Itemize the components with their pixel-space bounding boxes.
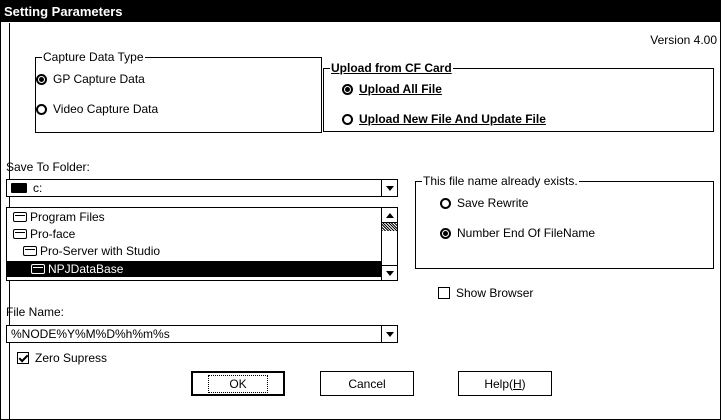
drive-combo[interactable]: c: [6,179,398,197]
radio-upload-all[interactable]: Upload All File [342,82,442,96]
list-item[interactable]: Pro-Server with Studio [23,243,160,259]
dialog-client: Version 4.00 Capture Data Type GP Captur… [6,23,721,419]
upload-group: Upload from CF Card Upload All File Uplo… [323,61,714,132]
list-item[interactable]: Pro-face [13,226,75,242]
file-name-combo[interactable]: %NODE%Y%M%D%h%m%s [6,325,398,343]
radio-save-rewrite[interactable]: Save Rewrite [440,196,528,210]
radio-save-rewrite-circle[interactable] [440,197,451,209]
folder-icon [13,229,27,239]
file-exists-group: This file name already exists. Save Rewr… [415,174,714,269]
file-name-label: File Name: [6,305,65,319]
scroll-down-button[interactable] [382,265,397,280]
radio-video-capture-circle[interactable] [36,103,47,115]
list-item-selected[interactable]: NPJDataBase [7,261,382,277]
folder-name: NPJDataBase [48,262,124,276]
zero-supress-box[interactable] [17,352,29,364]
cancel-label: Cancel [348,376,386,391]
radio-upload-new-label: Upload New File And Update File [359,112,546,126]
chevron-down-icon [385,331,394,337]
file-name-value[interactable]: %NODE%Y%M%D%h%m%s [11,327,170,341]
drive-dropdown-button[interactable] [381,180,397,196]
capture-type-title: Capture Data Type [42,50,145,64]
radio-number-end[interactable]: Number End Of FileName [440,226,595,240]
folder-name: Pro-Server with Studio [40,244,161,258]
upload-title: Upload from CF Card [330,61,453,75]
radio-gp-capture-circle[interactable] [36,73,47,85]
title-bar[interactable]: Setting Parameters [1,1,720,22]
radio-number-end-circle[interactable] [440,227,451,239]
folder-name: Program Files [30,210,105,224]
arrow-down-icon [385,270,394,276]
radio-gp-capture-label: GP Capture Data [53,72,145,86]
radio-gp-capture[interactable]: GP Capture Data [36,72,145,86]
ok-button[interactable]: OK [191,371,285,396]
help-label-suffix: ) [521,376,526,391]
drive-text: c: [33,181,43,195]
chevron-down-icon [385,185,394,191]
help-label-prefix: Help( [484,376,513,391]
radio-save-rewrite-label: Save Rewrite [457,196,529,210]
help-button[interactable]: Help(H) [458,371,552,396]
window-title: Setting Parameters [4,4,123,19]
save-folder-label: Save To Folder: [6,160,90,174]
radio-number-end-label: Number End Of FileName [457,226,596,240]
radio-upload-all-circle[interactable] [342,83,353,95]
folder-name: Pro-face [30,227,76,241]
cancel-button[interactable]: Cancel [320,371,414,396]
drive-value: c: [11,181,42,195]
show-browser-checkbox[interactable]: Show Browser [438,286,533,300]
drive-icon [11,183,27,193]
folder-icon [23,246,37,256]
version-label: Version 4.00 [650,33,717,47]
scroll-up-button[interactable] [382,208,397,223]
ok-label: OK [208,374,268,393]
folder-list-scrollbar[interactable] [381,208,397,280]
show-browser-label: Show Browser [456,286,534,300]
radio-upload-all-label: Upload All File [359,82,442,96]
scroll-thumb[interactable] [382,223,397,231]
arrow-up-icon [385,212,394,218]
folder-icon [13,212,27,222]
capture-type-group: Capture Data Type GP Capture Data Video … [35,50,322,133]
zero-supress-label: Zero Supress [35,351,108,365]
settings-dialog: Setting Parameters Version 4.00 Capture … [0,0,721,420]
radio-upload-new[interactable]: Upload New File And Update File [342,112,546,126]
radio-video-capture-label: Video Capture Data [53,102,159,116]
file-exists-title: This file name already exists. [422,174,579,188]
radio-video-capture[interactable]: Video Capture Data [36,102,158,116]
help-label-key: H [513,376,522,391]
help-label: Help(H) [484,377,525,391]
folder-list[interactable]: Program Files Pro-face Pro-Server with S… [6,207,398,281]
show-browser-box[interactable] [438,287,450,299]
zero-supress-checkbox[interactable]: Zero Supress [17,351,107,365]
folder-open-icon [31,264,45,274]
file-name-dropdown-button[interactable] [381,326,397,342]
radio-upload-new-circle[interactable] [342,113,353,125]
list-item[interactable]: Program Files [13,209,105,225]
